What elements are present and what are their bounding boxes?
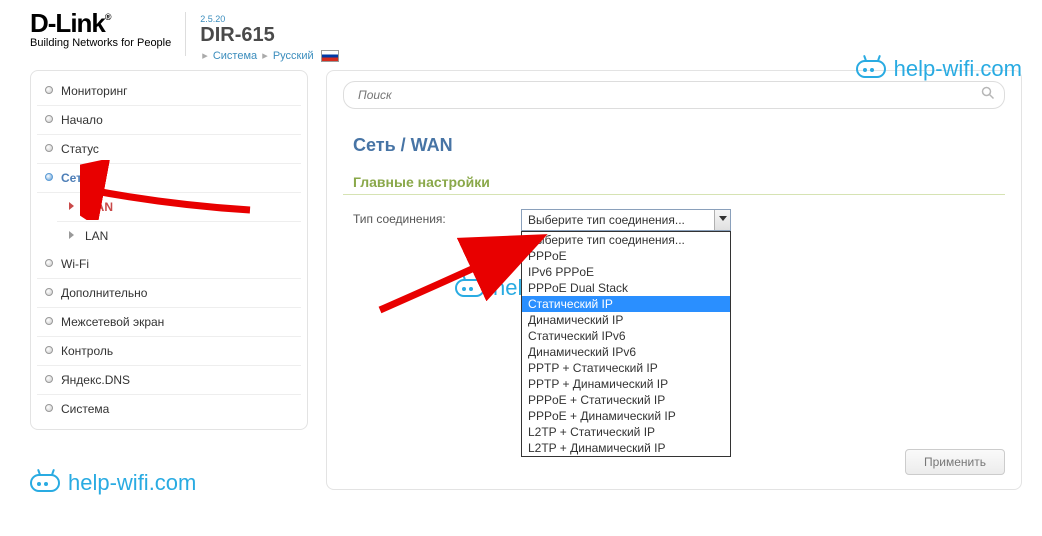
breadcrumb: ▸ Система ▸ Русский [200, 49, 338, 62]
select-option[interactable]: Статический IPv6 [522, 328, 730, 344]
sidebar-item-advanced[interactable]: Дополнительно [37, 279, 301, 308]
sidebar-item-network[interactable]: Сеть [37, 164, 301, 193]
select-display[interactable]: Выберите тип соединения... [521, 209, 731, 231]
sidebar-item-status[interactable]: Статус [37, 135, 301, 164]
brand-text: D-Link [30, 8, 105, 38]
sidebar-subitem-wan[interactable]: WAN [57, 193, 301, 222]
chevron-down-icon [714, 210, 730, 230]
select-value: Выберите тип соединения... [528, 213, 685, 227]
bullet-icon [45, 346, 53, 354]
bullet-icon [45, 375, 53, 383]
select-option[interactable]: PPPoE + Статический IP [522, 392, 730, 408]
select-option[interactable]: Динамический IPv6 [522, 344, 730, 360]
select-option[interactable]: Выберите тип соединения... [522, 232, 730, 248]
model-block: 2.5.20 DIR-615 ▸ Система ▸ Русский [200, 12, 338, 62]
sidebar-sublist: WAN LAN [37, 193, 301, 250]
content-panel: Сеть / WAN Главные настройки Тип соедине… [326, 70, 1022, 490]
bullet-icon [45, 144, 53, 152]
firmware-version: 2.5.20 [200, 14, 338, 24]
select-option[interactable]: PPTP + Динамический IP [522, 376, 730, 392]
sidebar-item-label: Контроль [61, 344, 113, 358]
sidebar-item-control[interactable]: Контроль [37, 337, 301, 366]
select-option[interactable]: Статический IP [522, 296, 730, 312]
sidebar-item-label: Сеть [61, 171, 89, 185]
bullet-icon [45, 86, 53, 94]
sidebar-item-label: Статус [61, 142, 99, 156]
main: Мониторинг Начало Статус Сеть WAN LAN Wi… [0, 70, 1042, 510]
sidebar-item-firewall[interactable]: Межсетевой экран [37, 308, 301, 337]
select-option[interactable]: PPPoE Dual Stack [522, 280, 730, 296]
form-label: Тип соединения: [353, 209, 503, 226]
bullet-icon [45, 288, 53, 296]
sidebar-item-label: Межсетевой экран [61, 315, 164, 329]
registered-mark: ® [105, 12, 111, 22]
sidebar-item-monitoring[interactable]: Мониторинг [37, 77, 301, 106]
crumb-system[interactable]: Система [213, 50, 257, 62]
page-title: Сеть / WAN [343, 125, 1005, 166]
sidebar-item-start[interactable]: Начало [37, 106, 301, 135]
select-option[interactable]: Динамический IP [522, 312, 730, 328]
sidebar-subitem-lan[interactable]: LAN [57, 222, 301, 250]
connection-type-select[interactable]: Выберите тип соединения... Выберите тип … [521, 209, 731, 231]
sidebar-item-label: WAN [85, 200, 113, 214]
search-input[interactable] [343, 81, 1005, 109]
select-dropdown: Выберите тип соединения... PPPoE IPv6 PP… [521, 231, 731, 457]
sidebar-item-system[interactable]: Система [37, 395, 301, 423]
flag-ru-icon[interactable] [321, 50, 339, 62]
select-option[interactable]: IPv6 PPPoE [522, 264, 730, 280]
header: D-Link® Building Networks for People 2.5… [0, 0, 1042, 70]
sidebar-item-label: Начало [61, 113, 103, 127]
sidebar: Мониторинг Начало Статус Сеть WAN LAN Wi… [30, 70, 308, 430]
sidebar-item-label: Система [61, 402, 109, 416]
model-name: DIR-615 [200, 24, 338, 47]
sidebar-item-yandexdns[interactable]: Яндекс.DNS [37, 366, 301, 395]
sidebar-item-label: Яндекс.DNS [61, 373, 130, 387]
search-wrap [343, 81, 1005, 109]
apply-button[interactable]: Применить [905, 449, 1005, 475]
header-separator [185, 12, 186, 56]
select-option[interactable]: L2TP + Динамический IP [522, 440, 730, 456]
logo: D-Link® Building Networks for People [30, 12, 171, 49]
select-option[interactable]: PPPoE + Динамический IP [522, 408, 730, 424]
arrow-right-icon [69, 231, 74, 239]
bullet-icon [45, 317, 53, 325]
chevron-right-icon: ▸ [262, 50, 268, 62]
bullet-icon [45, 115, 53, 123]
sidebar-item-wifi[interactable]: Wi-Fi [37, 250, 301, 279]
chevron-right-icon: ▸ [202, 50, 208, 62]
section-title: Главные настройки [343, 166, 1005, 195]
brand-tagline: Building Networks for People [30, 37, 171, 49]
arrow-right-icon [69, 202, 74, 210]
crumb-language[interactable]: Русский [273, 50, 314, 62]
sidebar-item-label: Мониторинг [61, 84, 128, 98]
sidebar-item-label: Wi-Fi [61, 257, 89, 271]
sidebar-item-label: Дополнительно [61, 286, 147, 300]
select-option[interactable]: L2TP + Статический IP [522, 424, 730, 440]
select-option[interactable]: PPTP + Статический IP [522, 360, 730, 376]
bullet-icon [45, 404, 53, 412]
bullet-icon [45, 259, 53, 267]
select-option[interactable]: PPPoE [522, 248, 730, 264]
sidebar-item-label: LAN [85, 229, 108, 243]
form-row-connection-type: Тип соединения: Выберите тип соединения.… [343, 207, 1005, 233]
search-icon[interactable] [981, 86, 995, 103]
bullet-icon [45, 173, 53, 181]
